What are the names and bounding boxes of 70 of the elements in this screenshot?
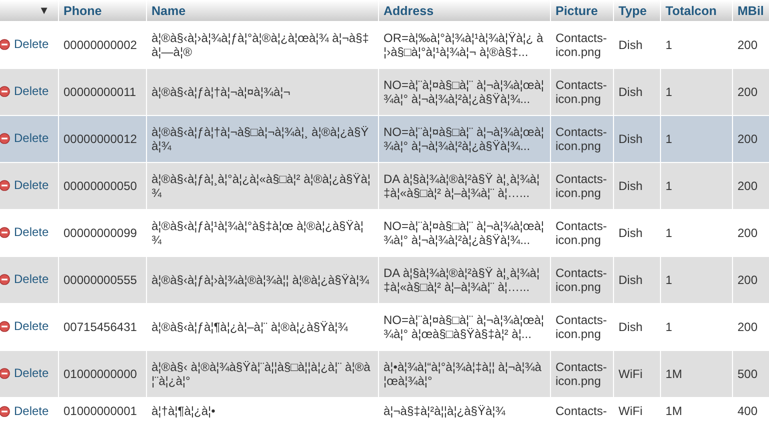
table-cell: DA à¦§à¦¾à¦®à¦²à§Ÿ à¦¸à¦¾à¦‡à¦«à§□à¦² à¦–à¦¾à¦¨ à¦…...	[384, 172, 540, 200]
table-cell: NO=à¦¨à¦¤à§□à¦¨ à¦¬à¦¾à¦œà¦¾à¦° à¦¬à¦¾à¦²à¦¿à§Ÿà¦¾...	[384, 78, 544, 106]
table-cell: Contacts-icon.png	[556, 31, 607, 59]
table-cell: Dish	[618, 132, 643, 146]
table-cell: à¦®à§‹à¦ƒà¦†à¦¬à§□à¦¬à¦¾à¦¸ à¦®à¦¿à§Ÿà¦¾	[152, 125, 369, 153]
table-cell: à¦®à§‹ à¦®à¦¾à§Ÿà¦¨à¦¦à§□à¦¦à¦¿à¦¨ à¦®à¦¨à¦¿à¦°	[152, 360, 370, 388]
table-cell: 1	[666, 320, 672, 334]
table-cell: 1	[666, 179, 672, 193]
table-cell: à¦®à§‹à¦ƒà¦¶à¦¿à¦–à¦¨ à¦®à¦¿à§Ÿà¦¾	[152, 320, 348, 334]
delete-link[interactable]: Delete	[0, 37, 49, 52]
table-cell: 00000000002	[64, 38, 137, 52]
table-cell: Contacts-icon.png	[556, 360, 607, 388]
delete-link[interactable]: Delete	[0, 225, 49, 240]
table-cell: 500	[738, 367, 758, 381]
table-cell: Contacts-icon.png	[556, 172, 607, 200]
table-cell: 1	[666, 132, 672, 146]
table-cell: à¦®à§‹à¦›à¦¾à¦ƒà¦°à¦®à¦¿à¦œà¦¾ à¦¬à§‡à¦—à¦®	[152, 31, 369, 59]
table-cell: Contacts-icon.png	[556, 266, 607, 294]
table-cell: Contacts-	[556, 404, 607, 418]
table-cell: NO=à¦¨à¦¤à§□à¦¨ à¦¬à¦¾à¦œà¦¾à¦° à¦œà§□à§Ÿà§‡à¦² à¦...	[384, 313, 544, 341]
table-cell: 00000000050	[64, 179, 137, 193]
table-cell: Contacts-icon.png	[556, 219, 607, 247]
delete-link[interactable]: Delete	[0, 404, 49, 418]
table-cell: Contacts-icon.png	[556, 78, 607, 106]
table-cell: 200	[738, 320, 758, 334]
table-cell: Contacts-icon.png	[556, 313, 607, 341]
table-cell: Dish	[618, 85, 643, 99]
column-header[interactable]: Address	[384, 4, 434, 18]
table-cell: 1	[666, 38, 672, 52]
table-cell: NO=à¦¨à¦¤à§□à¦¨ à¦¬à¦¾à¦œà¦¾à¦° à¦¬à¦¾à¦²à¦¿à§Ÿà¦¾...	[384, 125, 544, 153]
table-cell: 200	[738, 226, 758, 240]
column-header[interactable]: Name	[152, 4, 186, 18]
table-cell: OR=à¦‰à¦°à¦¾à¦¹à¦¾à¦Ÿà¦¿ à¦›à§□à¦°à¦¹à¦¾à¦¬ à¦®à§‡...	[384, 31, 544, 59]
table-cell: 200	[738, 85, 758, 99]
table-cell: Dish	[618, 179, 643, 193]
table-cell: 01000000001	[64, 404, 137, 418]
table-cell: 400	[738, 404, 758, 418]
table-cell: à¦®à§‹à¦ƒà¦¹à¦¾à¦°à§‡à¦œ à¦®à¦¿à§Ÿà¦¾	[152, 219, 364, 247]
table-cell: 00000000011	[64, 85, 136, 99]
table-cell: 200	[738, 132, 758, 146]
table-cell: Dish	[618, 320, 643, 334]
table-cell: à¦•à¦¾à¦“à¦°à¦¾à¦‡à¦¦ à¦¬à¦¾à¦œà¦¾à¦°	[384, 360, 542, 388]
table-cell: 00000000012	[64, 132, 137, 146]
table-cell: 00715456431	[64, 320, 137, 334]
table-cell: à¦®à§‹à¦ƒà¦›à¦¾à¦®à¦¾à¦¦ à¦®à¦¿à§Ÿà¦¾	[152, 273, 370, 287]
delete-link[interactable]: Delete	[0, 319, 49, 334]
table-cell: Contacts-icon.png	[556, 125, 607, 153]
table-cell: 1	[666, 226, 672, 240]
table-cell: 00000000099	[64, 226, 137, 240]
table-cell: 00000000555	[64, 273, 137, 287]
table-cell: 1	[666, 85, 672, 99]
table-cell: à¦¬à§‡à¦²à¦¦à¦¿à§Ÿà¦¾	[384, 404, 506, 418]
table-cell: 1M	[666, 367, 682, 381]
table-cell: WiFi	[618, 404, 642, 418]
table-cell: Dish	[618, 38, 643, 52]
table-cell: à¦®à§‹à¦ƒà¦†à¦¬à¦¤à¦¾à¦¬	[152, 85, 290, 99]
table-cell: WiFi	[618, 367, 642, 381]
table-cell: NO=à¦¨à¦¤à§□à¦¨ à¦¬à¦¾à¦œà¦¾à¦° à¦¬à¦¾à¦²à¦¿à§Ÿà¦¾...	[384, 219, 544, 247]
table-cell: 200	[738, 179, 758, 193]
table-cell: Dish	[618, 273, 643, 287]
sort-caret[interactable]: ▼	[38, 4, 50, 16]
table-cell: 1M	[666, 404, 682, 418]
table-cell: 200	[738, 38, 758, 52]
table-cell: 1	[666, 273, 672, 287]
table-cell: à¦®à§‹à¦ƒà¦¸à¦°à¦¿à¦«à§□à¦² à¦®à¦¿à§Ÿà¦¾	[152, 172, 371, 200]
table-cell: 01000000000	[64, 367, 137, 381]
table-cell: à¦†à¦¶à¦¿à¦•	[152, 404, 216, 418]
table-cell: 200	[738, 273, 758, 287]
table-cell: DA à¦§à¦¾à¦®à¦²à§Ÿ à¦¸à¦¾à¦‡à¦«à§□à¦² à¦–à¦¾à¦¨ à¦…...	[384, 266, 540, 294]
table-cell: Dish	[618, 226, 643, 240]
